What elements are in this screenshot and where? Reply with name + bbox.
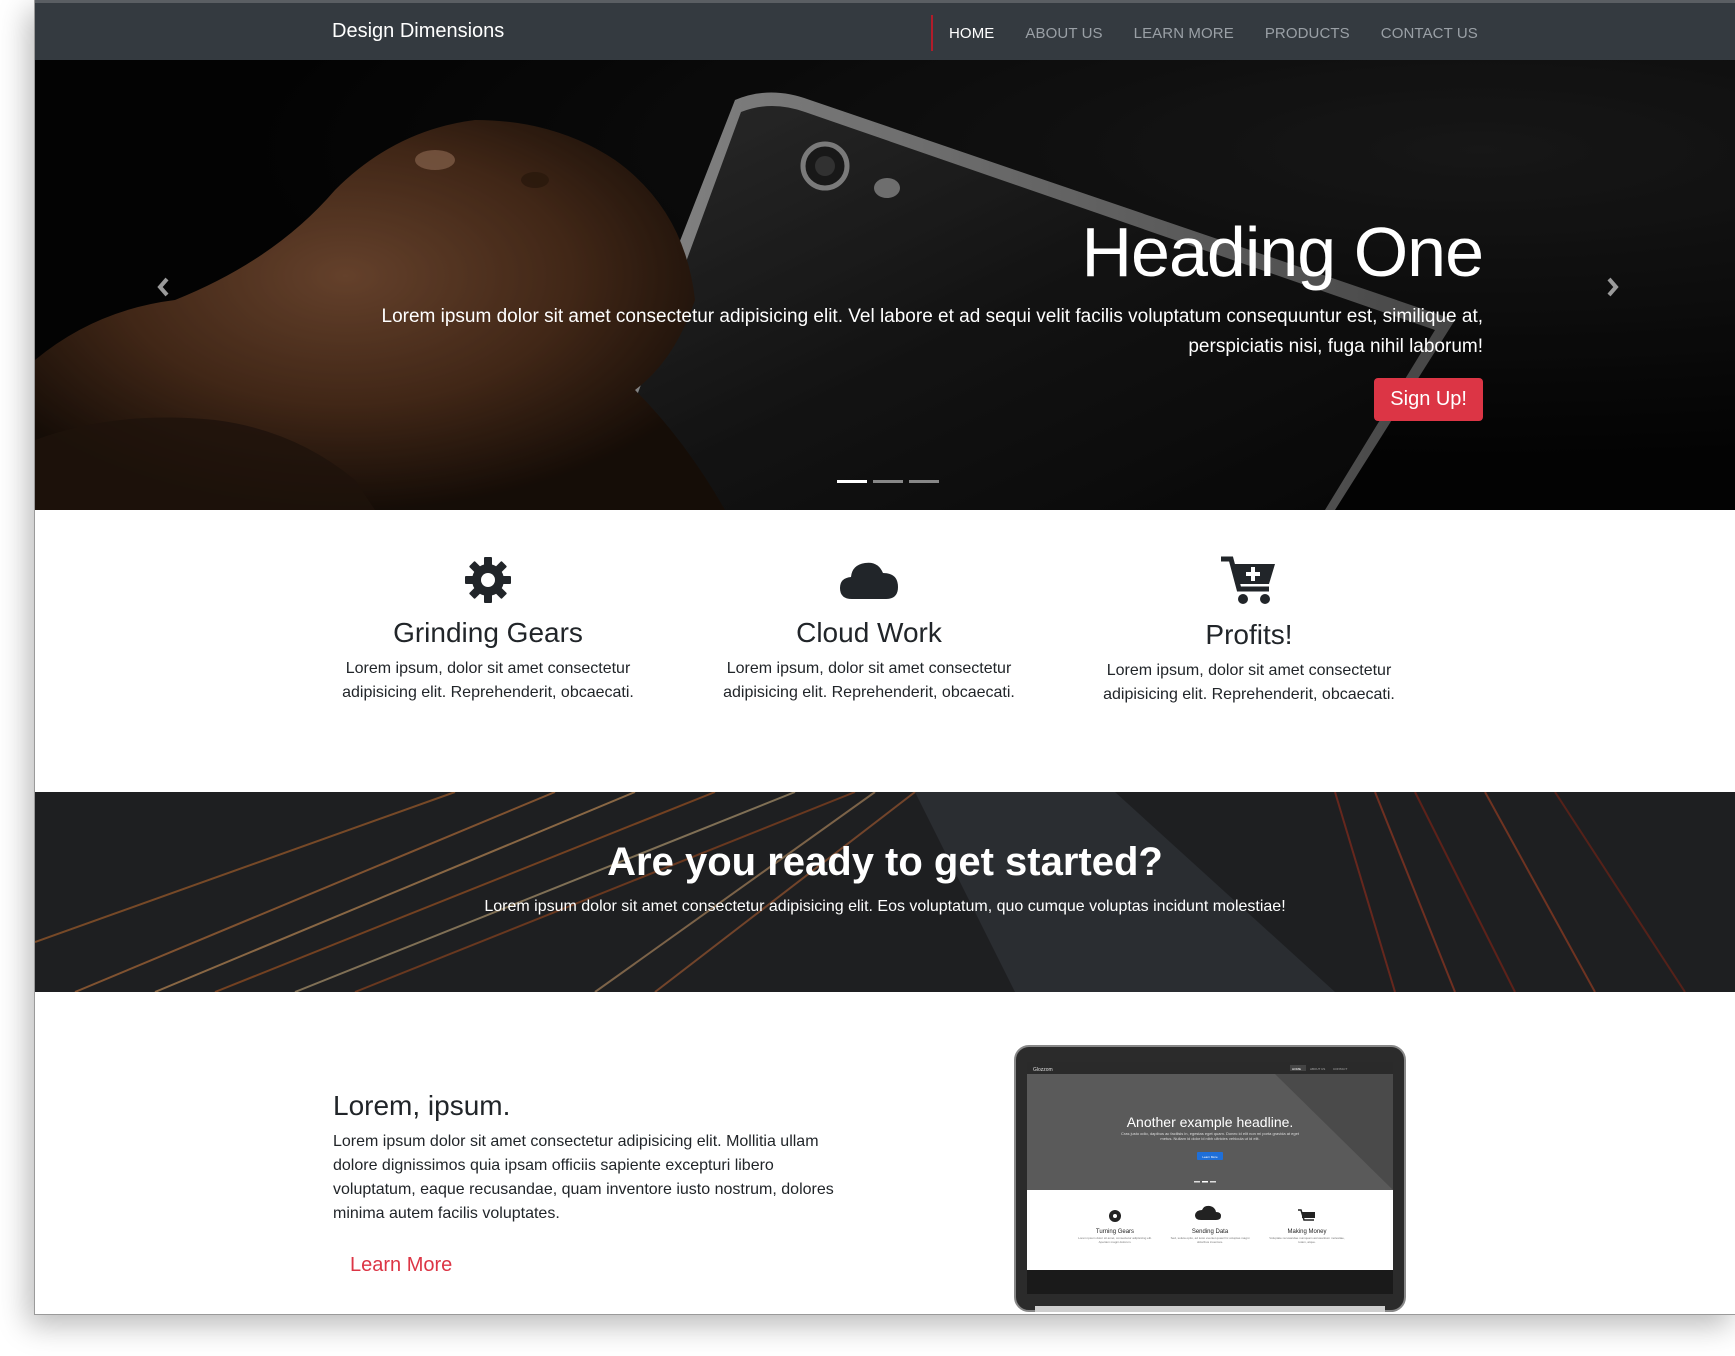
laptop-screen-text: Cras justo odio, dapibus ac facilisis in… — [1121, 1131, 1299, 1141]
cloud-icon — [840, 562, 898, 599]
cta-text: Lorem ipsum dolor sit amet consectetur a… — [484, 898, 1286, 915]
feature-title: Grinding Gears — [393, 617, 583, 648]
feature-text: Lorem ipsum, dolor sit amet consectetur … — [723, 660, 1015, 701]
laptop-screen-nav-contact: CONTACT — [1333, 1067, 1347, 1071]
nav-link-products[interactable]: PRODUCTS — [1265, 25, 1350, 42]
laptop-screen-headline: Another example headline. — [1127, 1114, 1294, 1130]
signup-button[interactable]: Sign Up! — [1374, 378, 1483, 421]
feature-cloud-work: Cloud Work Lorem ipsum, dolor sit amet c… — [689, 555, 1049, 705]
feature-grinding-gears: Grinding Gears Lorem ipsum, dolor sit am… — [308, 555, 668, 705]
info-text: Lorem ipsum dolor sit amet consectetur a… — [333, 1133, 834, 1222]
laptop-screen-button: Learn More — [1202, 1155, 1218, 1159]
cta-section: Are you ready to get started? Lorem ipsu… — [35, 792, 1735, 992]
info-section: Lorem, ipsum. Lorem ipsum dolor sit amet… — [35, 992, 1735, 1314]
feature-text: Lorem ipsum, dolor sit amet consectetur … — [342, 660, 634, 701]
laptop-feature-text: Lorem ipsum dolor sit amet, consectetur … — [1078, 1236, 1152, 1244]
info-title: Lorem, ipsum. — [333, 1090, 511, 1121]
carousel-next-button[interactable] — [1599, 273, 1627, 301]
feature-title: Profits! — [1205, 619, 1293, 650]
brand-logo[interactable]: Design Dimensions — [332, 20, 504, 43]
chevron-left-icon — [157, 277, 169, 297]
carousel-indicator-3[interactable] — [909, 480, 939, 483]
laptop-screen-nav-about: ABOUT US — [1310, 1067, 1325, 1071]
hero-carousel: Heading One Lorem ipsum dolor sit amet c… — [35, 60, 1735, 510]
laptop-feature-title: Making Money — [1287, 1229, 1326, 1235]
chevron-right-icon — [1607, 277, 1619, 297]
nav-link-contact-us[interactable]: CONTACT US — [1381, 25, 1478, 42]
carousel-indicator-1[interactable] — [837, 480, 867, 483]
laptop-screen-nav-home: HOME — [1292, 1067, 1301, 1071]
laptop-feature-text: Sed, soluta optio, ad iusto eveniet quas… — [1170, 1236, 1250, 1244]
hero-text: Lorem ipsum dolor sit amet consectetur a… — [381, 306, 1484, 357]
laptop-mockup-image: Glozzom HOME ABOUT US CONTACT Another ex… — [1014, 1045, 1406, 1312]
carousel-prev-button[interactable] — [149, 273, 177, 301]
feature-text: Lorem ipsum, dolor sit amet consectetur … — [1103, 662, 1395, 703]
nav-link-about-us[interactable]: ABOUT US — [1025, 25, 1102, 42]
carousel-indicator-2[interactable] — [873, 480, 903, 483]
features-section: Grinding Gears Lorem ipsum, dolor sit am… — [35, 510, 1735, 792]
learn-more-link[interactable]: Learn More — [350, 1254, 452, 1277]
carousel-indicators — [837, 480, 939, 483]
nav-divider — [931, 15, 933, 51]
cart-plus-icon — [1221, 556, 1275, 604]
hero-heading: Heading One — [1081, 213, 1484, 291]
navbar: Design Dimensions HOME ABOUT US LEARN MO… — [35, 0, 1735, 60]
cta-title: Are you ready to get started? — [607, 840, 1163, 884]
cta-content: Are you ready to get started? Lorem ipsu… — [35, 838, 1735, 916]
laptop-feature-title: Turning Gears — [1096, 1229, 1134, 1235]
feature-profits: Profits! Lorem ipsum, dolor sit amet con… — [1069, 555, 1429, 707]
laptop-screen-brand: Glozzom — [1033, 1067, 1053, 1073]
laptop-feature-text: Voluptate recusandae numquam accusantium… — [1269, 1236, 1345, 1244]
nav-link-home[interactable]: HOME — [949, 25, 994, 42]
nav-links: HOME ABOUT US LEARN MORE PRODUCTS CONTAC… — [949, 25, 1478, 42]
gear-icon — [465, 557, 511, 603]
hero-caption: Heading One Lorem ipsum dolor sit amet c… — [333, 210, 1484, 421]
nav-link-learn-more[interactable]: LEARN MORE — [1134, 25, 1234, 42]
browser-viewport: Design Dimensions HOME ABOUT US LEARN MO… — [34, 0, 1735, 1315]
laptop-feature-title: Sending Data — [1192, 1229, 1229, 1235]
feature-title: Cloud Work — [796, 617, 942, 648]
